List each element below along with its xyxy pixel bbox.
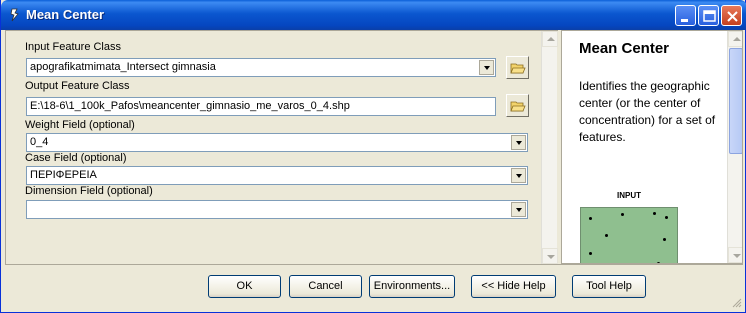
feature-point: [605, 234, 608, 237]
parameters-pane: Input Feature Class apografikatmimata_In…: [5, 30, 558, 264]
ok-button[interactable]: OK: [208, 275, 281, 298]
case-field-dropdown[interactable]: ΠΕΡΙΦΕΡΕΙΑ: [26, 166, 528, 185]
chevron-down-icon[interactable]: [479, 60, 494, 75]
weight-field-dropdown[interactable]: 0_4: [26, 133, 528, 152]
input-feature-class-label: Input Feature Class: [25, 41, 121, 53]
input-diagram: [580, 207, 678, 263]
parameters-scrollbar[interactable]: [541, 31, 558, 264]
help-description: Identifies the geographic center (or the…: [579, 79, 716, 144]
output-browse-button[interactable]: [506, 94, 529, 117]
input-feature-class-dropdown[interactable]: apografikatmimata_Intersect gimnasia: [26, 58, 496, 77]
title-bar[interactable]: Mean Center: [1, 0, 746, 30]
scroll-up-button[interactable]: [728, 31, 742, 47]
mean-center-dialog: Mean Center Input Feature Class apografi…: [0, 0, 746, 313]
diagram-input-label: INPUT: [617, 191, 641, 200]
close-icon: [727, 11, 738, 22]
feature-point: [653, 212, 656, 215]
open-folder-icon: [510, 63, 526, 74]
dialog-content: Input Feature Class apografikatmimata_In…: [5, 30, 743, 309]
output-feature-class-value: E:\18-6\1_100k_Pafos\meancenter_gimnasio…: [30, 100, 350, 112]
feature-point: [621, 213, 624, 216]
case-field-label: Case Field (optional): [25, 152, 127, 164]
scroll-thumb[interactable]: [729, 48, 742, 154]
input-feature-class-value: apografikatmimata_Intersect gimnasia: [30, 61, 216, 73]
close-button[interactable]: [721, 5, 742, 26]
output-feature-class-label: Output Feature Class: [25, 80, 130, 92]
output-feature-class-input[interactable]: E:\18-6\1_100k_Pafos\meancenter_gimnasio…: [26, 97, 496, 116]
input-browse-button[interactable]: [506, 56, 529, 79]
feature-point: [589, 217, 592, 220]
help-pane: Mean Center Identifies the geographic ce…: [561, 30, 743, 264]
scroll-down-button[interactable]: [728, 247, 742, 263]
maximize-button[interactable]: [698, 5, 719, 26]
tool-help-button[interactable]: Tool Help: [572, 275, 646, 298]
dimension-field-label: Dimension Field (optional): [25, 185, 153, 197]
minimize-button[interactable]: [675, 5, 696, 26]
maximize-icon: [703, 10, 716, 22]
environments-button[interactable]: Environments...: [369, 275, 455, 298]
button-bar: OK Cancel Environments... << Hide Help T…: [5, 264, 743, 309]
dimension-field-dropdown[interactable]: [26, 200, 528, 219]
open-folder-icon: [510, 101, 526, 112]
feature-point: [663, 238, 666, 241]
window-title: Mean Center: [26, 7, 105, 22]
chevron-down-icon[interactable]: [511, 135, 526, 150]
weight-field-label: Weight Field (optional): [25, 119, 135, 131]
tool-icon: [10, 8, 19, 22]
help-scrollbar[interactable]: [727, 31, 742, 263]
chevron-down-icon[interactable]: [511, 202, 526, 217]
chevron-down-icon[interactable]: [511, 168, 526, 183]
case-field-value: ΠΕΡΙΦΕΡΕΙΑ: [30, 169, 97, 181]
cancel-button[interactable]: Cancel: [289, 275, 362, 298]
scroll-up-button[interactable]: [542, 31, 558, 47]
minimize-icon: [681, 19, 688, 22]
hide-help-button[interactable]: << Hide Help: [471, 275, 556, 298]
feature-point: [589, 252, 592, 255]
scroll-down-button[interactable]: [542, 248, 558, 264]
weight-field-value: 0_4: [30, 136, 49, 148]
help-title: Mean Center: [579, 40, 670, 57]
resize-grip-icon[interactable]: [730, 296, 742, 308]
feature-point: [665, 216, 668, 219]
